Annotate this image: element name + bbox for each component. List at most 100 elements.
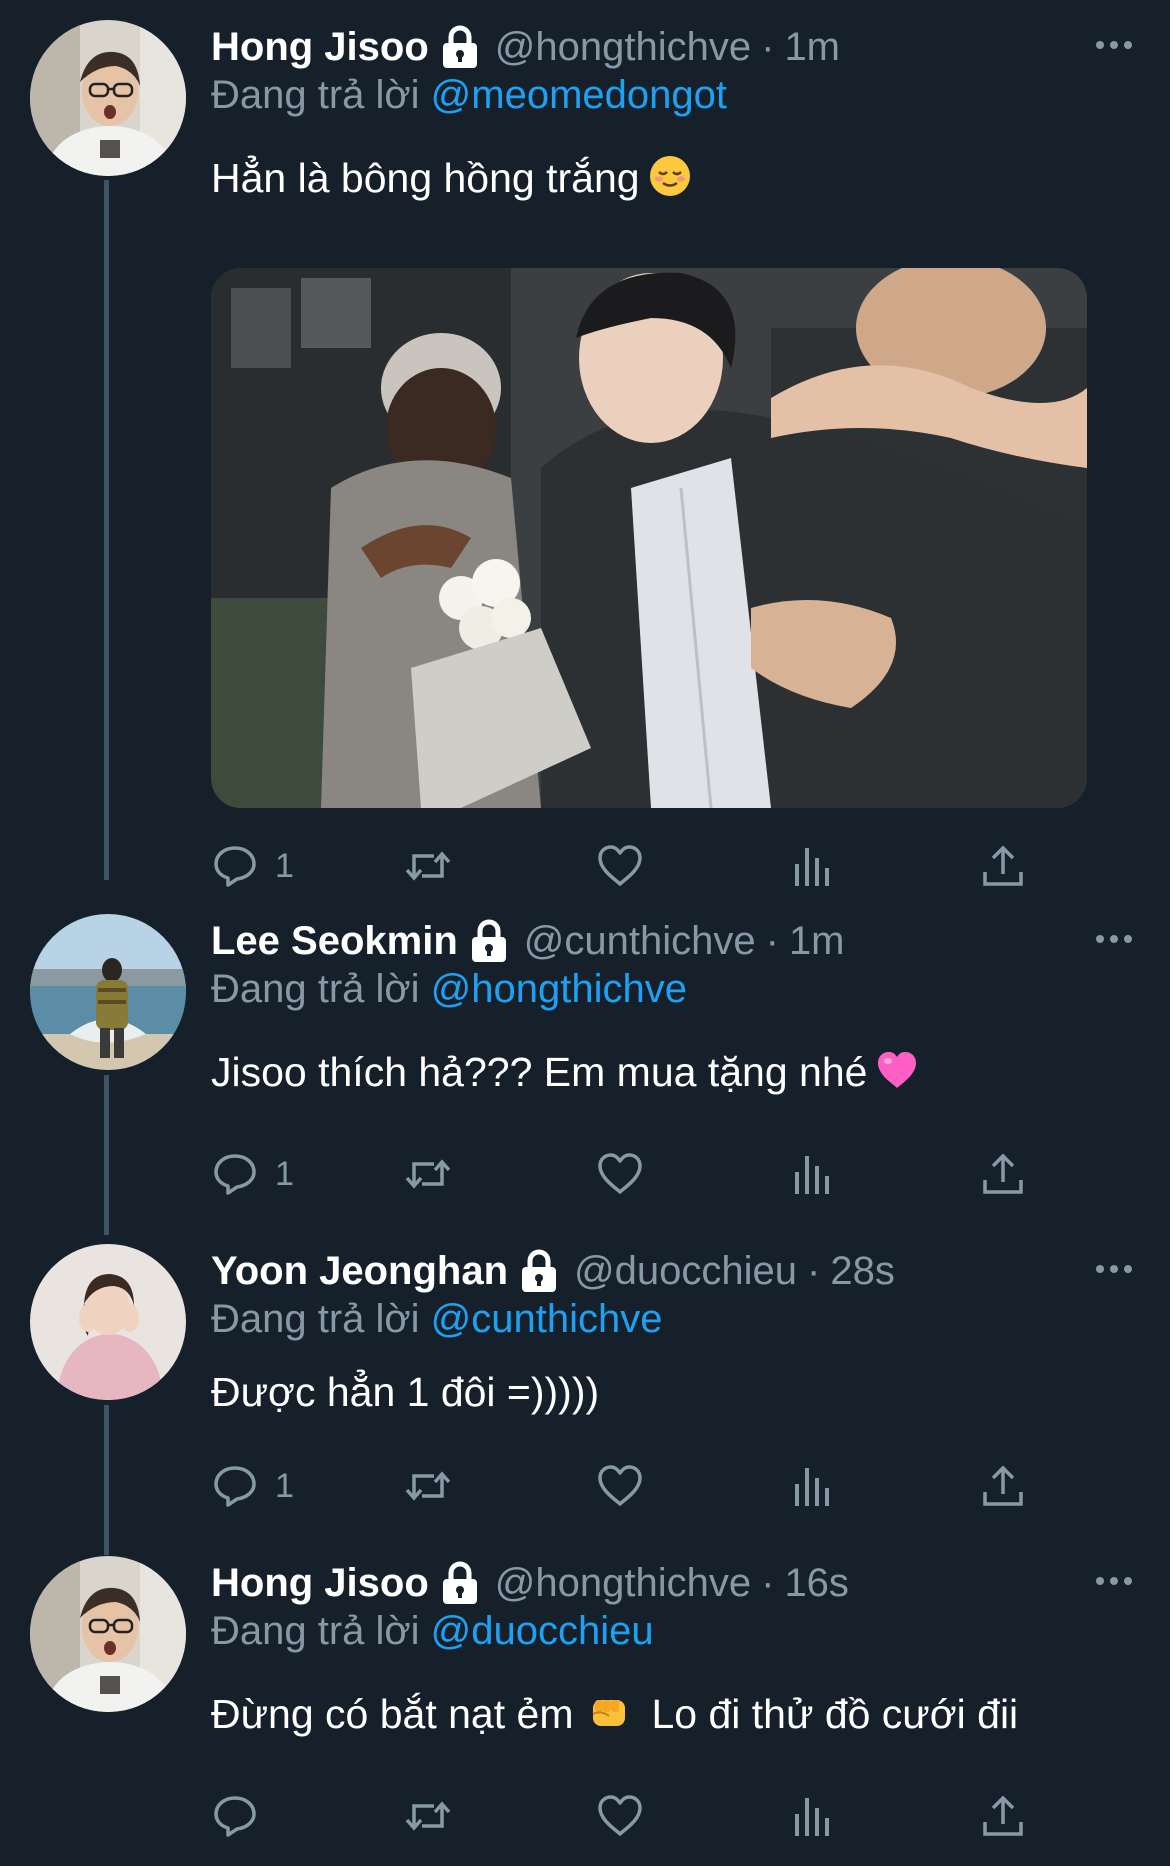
- display-name[interactable]: Lee Seokmin: [211, 916, 458, 966]
- more-dots-icon[interactable]: [1092, 924, 1136, 954]
- tweet-text: Hẳn là bông hồng trắng: [211, 152, 692, 204]
- replying-prefix: Đang trả lời: [211, 1609, 420, 1653]
- tweet-header: Hong Jisoo @hongthichve · 1m: [211, 22, 840, 72]
- timestamp[interactable]: 1m: [784, 22, 840, 72]
- tweet-header: Lee Seokmin @cunthichve · 1m: [211, 916, 845, 966]
- like-button[interactable]: [596, 838, 644, 894]
- user-handle[interactable]: @duocchieu: [574, 1246, 797, 1296]
- more-dots-icon[interactable]: [1092, 1254, 1136, 1284]
- replying-prefix: Đang trả lời: [211, 967, 420, 1011]
- thread-line: [104, 1075, 109, 1235]
- avatar[interactable]: [30, 20, 186, 176]
- replying-to: Đang trả lời @meomedongot: [211, 70, 727, 120]
- mention-link[interactable]: @cunthichve: [431, 1297, 663, 1341]
- mention-link[interactable]: @duocchieu: [431, 1609, 654, 1653]
- separator: ·: [765, 919, 779, 963]
- tweet-text: Đừng có bắt nạt ẻm Lo đi thử đồ cưới đii: [211, 1688, 1018, 1740]
- tweet-text-content: Lo đi thử đồ cưới đii: [651, 1691, 1019, 1737]
- tweet-actions: 1: [211, 1146, 1111, 1202]
- tweet-text-content: Được hẳn 1 đôi =))))): [211, 1369, 600, 1415]
- stats-button[interactable]: [787, 1458, 835, 1514]
- reply-button[interactable]: 1: [211, 1458, 294, 1514]
- share-button[interactable]: [979, 1788, 1027, 1844]
- replying-prefix: Đang trả lời: [211, 1297, 420, 1341]
- bar-chart-icon: [795, 1468, 829, 1506]
- reply-button[interactable]: [211, 1788, 275, 1844]
- more-dots-icon[interactable]: [1092, 30, 1136, 60]
- tweet-text-content: Jisoo thích hả??? Em mua tặng nhé: [211, 1049, 868, 1095]
- retweet-icon: [405, 1801, 451, 1831]
- mention-link[interactable]: @hongthichve: [431, 967, 687, 1011]
- display-name[interactable]: Hong Jisoo: [211, 22, 429, 72]
- tweet-text: Jisoo thích hả??? Em mua tặng nhé: [211, 1046, 919, 1098]
- avatar[interactable]: [30, 914, 186, 1070]
- avatar[interactable]: [30, 1244, 186, 1400]
- replying-to: Đang trả lời @cunthichve: [211, 1294, 663, 1344]
- thread-line: [104, 1405, 109, 1555]
- share-icon: [983, 1795, 1023, 1836]
- share-icon: [983, 1153, 1023, 1194]
- reply-count: 1: [275, 1154, 294, 1193]
- replying-to: Đang trả lời @hongthichve: [211, 964, 687, 1014]
- like-button[interactable]: [596, 1788, 644, 1844]
- user-handle[interactable]: @hongthichve: [495, 1558, 751, 1608]
- tweet-text: Được hẳn 1 đôi =))))): [211, 1366, 599, 1418]
- tweet-image[interactable]: [211, 268, 1087, 808]
- speech-bubble-icon: [214, 1154, 256, 1195]
- bar-chart-icon: [795, 1798, 829, 1836]
- lock-icon: [468, 918, 510, 964]
- stats-button[interactable]: [787, 1788, 835, 1844]
- like-button[interactable]: [596, 1146, 644, 1202]
- replying-prefix: Đang trả lời: [211, 73, 420, 117]
- more-dots-icon[interactable]: [1092, 1566, 1136, 1596]
- timestamp[interactable]: 28s: [830, 1246, 895, 1296]
- reply-button[interactable]: 1: [211, 1146, 294, 1202]
- share-button[interactable]: [979, 1146, 1027, 1202]
- share-button[interactable]: [979, 838, 1027, 894]
- speech-bubble-icon: [214, 846, 256, 887]
- replying-to: Đang trả lời @duocchieu: [211, 1606, 654, 1656]
- retweet-button[interactable]: [404, 838, 452, 894]
- tweet-actions: 1: [211, 1458, 1111, 1514]
- separator: ·: [761, 25, 775, 69]
- stats-button[interactable]: [787, 838, 835, 894]
- like-button[interactable]: [596, 1458, 644, 1514]
- retweet-button[interactable]: [404, 1458, 452, 1514]
- share-icon: [983, 1465, 1023, 1506]
- lock-icon: [439, 1560, 481, 1606]
- timestamp[interactable]: 16s: [784, 1558, 849, 1608]
- user-handle[interactable]: @cunthichve: [524, 916, 756, 966]
- tweet-actions: [211, 1788, 1111, 1844]
- retweet-icon: [405, 851, 451, 881]
- lock-icon: [439, 24, 481, 70]
- tweet-header: Hong Jisoo @hongthichve · 16s: [211, 1558, 849, 1608]
- share-button[interactable]: [979, 1458, 1027, 1514]
- heart-icon: [598, 1795, 642, 1836]
- bar-chart-icon: [795, 848, 829, 886]
- retweet-button[interactable]: [404, 1788, 452, 1844]
- tweet-actions: 1: [211, 838, 1111, 894]
- display-name[interactable]: Hong Jisoo: [211, 1558, 429, 1608]
- user-handle[interactable]: @hongthichve: [495, 22, 751, 72]
- avatar[interactable]: [30, 1556, 186, 1712]
- reply-count: 1: [275, 846, 294, 885]
- display-name[interactable]: Yoon Jeonghan: [211, 1246, 508, 1296]
- retweet-icon: [405, 1159, 451, 1189]
- retweet-icon: [405, 1471, 451, 1501]
- timestamp[interactable]: 1m: [789, 916, 845, 966]
- separator: ·: [807, 1249, 821, 1293]
- heart-icon: [598, 845, 642, 886]
- retweet-button[interactable]: [404, 1146, 452, 1202]
- share-icon: [983, 845, 1023, 886]
- stats-button[interactable]: [787, 1146, 835, 1202]
- relieved-face-emoji: [648, 154, 692, 198]
- bar-chart-icon: [795, 1156, 829, 1194]
- tweet-header: Yoon Jeonghan @duocchieu · 28s: [211, 1246, 895, 1296]
- heart-icon: [598, 1153, 642, 1194]
- mention-link[interactable]: @meomedongot: [431, 73, 727, 117]
- fist-emoji: [587, 1690, 631, 1734]
- thread-line: [104, 180, 109, 880]
- reply-button[interactable]: 1: [211, 838, 294, 894]
- pink-heart-emoji: [875, 1048, 919, 1092]
- tweet-text-content: Hẳn là bông hồng trắng: [211, 155, 640, 201]
